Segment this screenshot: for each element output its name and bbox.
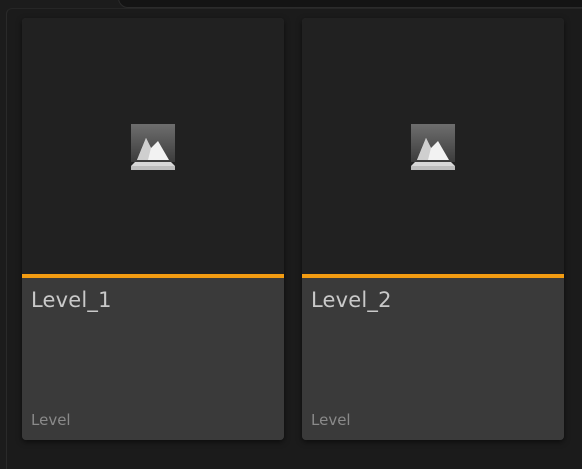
asset-info: Level_1 Level [22, 278, 284, 440]
asset-thumbnail [22, 18, 284, 274]
asset-info: Level_2 Level [302, 278, 564, 440]
asset-thumbnail [302, 18, 564, 274]
asset-tile-level-2[interactable]: Level_2 Level [302, 18, 564, 440]
asset-type-label: Level [31, 411, 71, 429]
asset-tile-level-1[interactable]: Level_1 Level [22, 18, 284, 440]
search-bar-edge [118, 0, 582, 8]
asset-name: Level_2 [311, 288, 392, 312]
asset-type-label: Level [311, 411, 351, 429]
asset-name: Level_1 [31, 288, 112, 312]
level-map-icon [131, 124, 175, 170]
level-map-icon [411, 124, 455, 170]
